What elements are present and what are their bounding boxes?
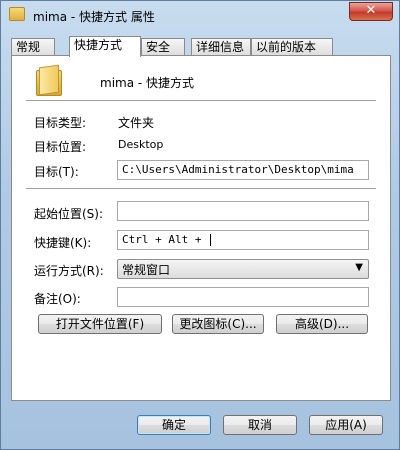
target-label: 目标(T): bbox=[34, 165, 79, 179]
target-type-label: 目标类型: bbox=[34, 116, 87, 130]
tab-shortcut[interactable]: 快捷方式 bbox=[69, 36, 141, 57]
divider bbox=[26, 188, 376, 190]
shortcut-panel: mima - 快捷方式 目标类型: 文件夹 目标位置: Desktop 目标(T… bbox=[11, 55, 391, 401]
comment-label: 备注(O): bbox=[34, 292, 81, 306]
run-select-value: 常规窗口 bbox=[122, 263, 171, 277]
advanced-button[interactable]: 高级(D)... bbox=[276, 314, 368, 334]
run-label: 运行方式(R): bbox=[34, 264, 104, 278]
divider bbox=[26, 100, 376, 102]
tab-strip: 常规 快捷方式 安全 详细信息 以前的版本 bbox=[11, 36, 391, 57]
text-cursor bbox=[210, 234, 212, 246]
tab-security[interactable]: 安全 bbox=[141, 38, 185, 55]
window-title: mima - 快捷方式 属性 bbox=[33, 10, 155, 24]
tab-details[interactable]: 详细信息 bbox=[191, 38, 251, 55]
start-in-label: 起始位置(S): bbox=[34, 207, 104, 221]
shortcut-name: mima - 快捷方式 bbox=[100, 76, 195, 90]
hotkey-label: 快捷键(K): bbox=[34, 236, 92, 250]
start-in-field[interactable] bbox=[117, 201, 369, 221]
run-select[interactable]: 常规窗口 ▼ bbox=[117, 259, 369, 279]
ok-button[interactable]: 确定 bbox=[137, 415, 211, 435]
hotkey-field[interactable]: Ctrl + Alt + bbox=[117, 230, 369, 250]
tab-previous-versions[interactable]: 以前的版本 bbox=[251, 38, 333, 55]
properties-window: mima - 快捷方式 属性 ✕ 常规 快捷方式 安全 详细信息 以前的版本 m… bbox=[0, 0, 400, 450]
open-file-location-button[interactable]: 打开文件位置(F) bbox=[38, 314, 162, 334]
folder-icon bbox=[9, 7, 25, 21]
target-field[interactable]: C:\Users\Administrator\Desktop\mima bbox=[117, 160, 369, 180]
folder-icon-large bbox=[36, 64, 64, 96]
close-button[interactable]: ✕ bbox=[349, 2, 393, 21]
target-location-value: Desktop bbox=[118, 138, 164, 151]
change-icon-button[interactable]: 更改图标(C)... bbox=[172, 314, 264, 334]
cancel-button[interactable]: 取消 bbox=[223, 415, 297, 435]
apply-button[interactable]: 应用(A) bbox=[309, 415, 383, 435]
comment-field[interactable] bbox=[117, 287, 369, 307]
title-bar[interactable]: mima - 快捷方式 属性 ✕ bbox=[1, 1, 399, 31]
hotkey-value: Ctrl + Alt + bbox=[122, 233, 209, 246]
chevron-down-icon: ▼ bbox=[355, 262, 363, 273]
tab-general[interactable]: 常规 bbox=[11, 38, 55, 55]
target-location-label: 目标位置: bbox=[34, 140, 87, 154]
target-type-value: 文件夹 bbox=[118, 116, 155, 130]
